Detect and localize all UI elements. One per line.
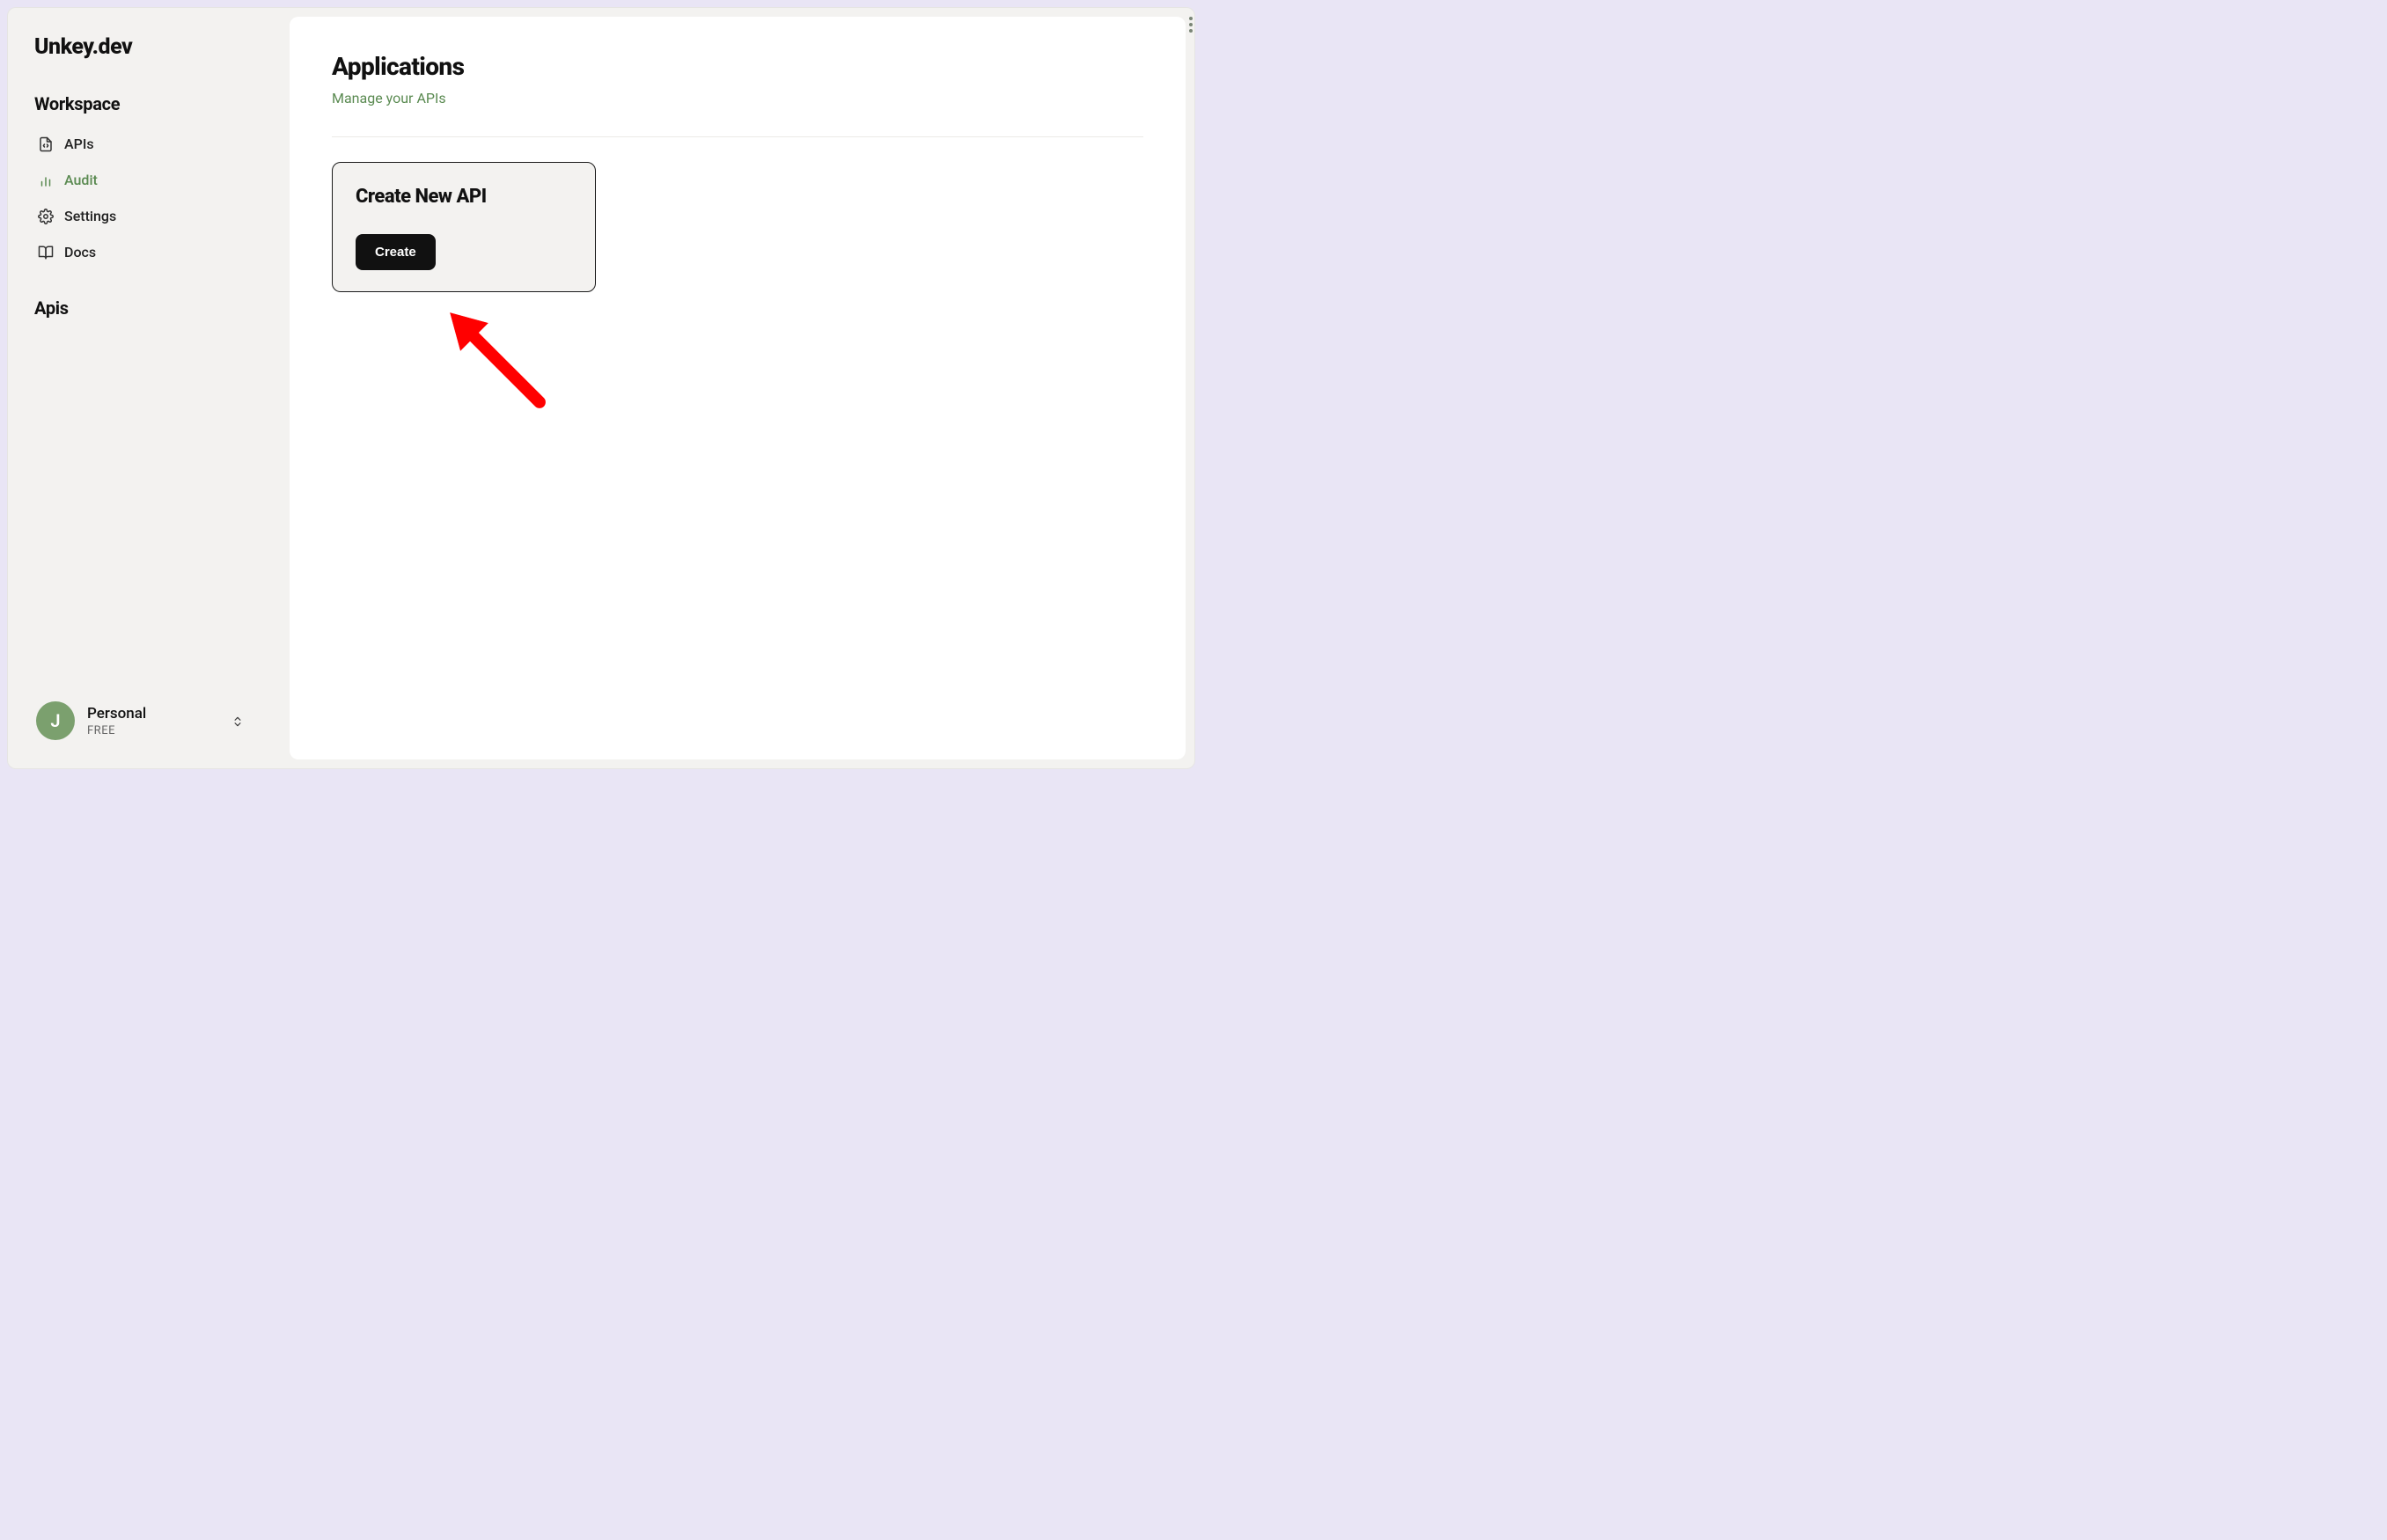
chevron-up-down-icon bbox=[231, 714, 244, 733]
workspace-switcher[interactable]: J Personal FREE bbox=[34, 696, 270, 751]
sidebar: Unkey.dev Workspace APIs Audit Settings bbox=[8, 8, 290, 768]
file-code-icon bbox=[38, 136, 54, 152]
sidebar-section-apis: Apis bbox=[34, 297, 270, 319]
sidebar-item-label: APIs bbox=[64, 136, 94, 152]
avatar: J bbox=[36, 701, 75, 740]
workspace-name: Personal bbox=[87, 705, 146, 722]
page-title: Applications bbox=[332, 52, 1143, 81]
workspace-plan-badge: FREE bbox=[87, 724, 146, 737]
sidebar-item-docs[interactable]: Docs bbox=[34, 237, 270, 268]
book-open-icon bbox=[38, 245, 54, 260]
sidebar-item-label: Settings bbox=[64, 208, 116, 224]
brand-logo[interactable]: Unkey.dev bbox=[34, 34, 270, 60]
sidebar-item-label: Docs bbox=[64, 244, 96, 260]
window-kebab-menu[interactable] bbox=[1186, 13, 1195, 36]
sidebar-item-apis[interactable]: APIs bbox=[34, 128, 270, 159]
app-window: Unkey.dev Workspace APIs Audit Settings bbox=[7, 7, 1195, 769]
create-api-card-title: Create New API bbox=[356, 186, 572, 208]
create-button[interactable]: Create bbox=[356, 234, 436, 270]
sidebar-item-audit[interactable]: Audit bbox=[34, 165, 270, 195]
create-api-card: Create New API Create bbox=[332, 162, 596, 292]
sidebar-item-settings[interactable]: Settings bbox=[34, 201, 270, 231]
main-content: Applications Manage your APIs Create New… bbox=[290, 17, 1186, 759]
sidebar-item-label: Audit bbox=[64, 172, 98, 188]
bar-chart-icon bbox=[38, 172, 54, 188]
sidebar-section-workspace: Workspace bbox=[34, 93, 270, 114]
divider bbox=[332, 136, 1143, 137]
gear-icon bbox=[38, 209, 54, 224]
sidebar-nav: APIs Audit Settings Docs bbox=[34, 128, 270, 268]
page-subtitle: Manage your APIs bbox=[332, 90, 1143, 106]
